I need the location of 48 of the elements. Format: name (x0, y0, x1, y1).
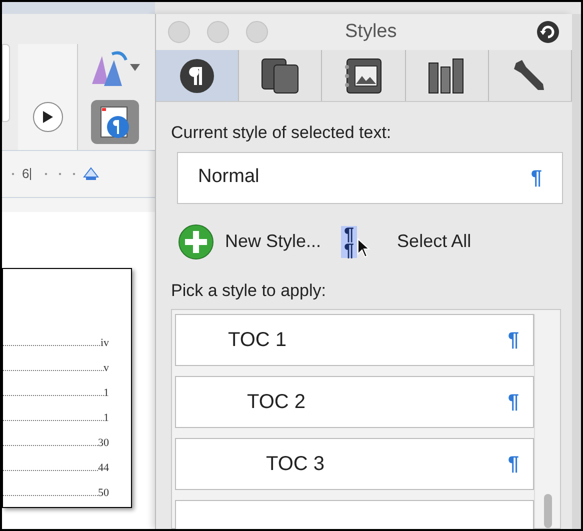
style-name: TOC 3 (266, 452, 325, 477)
page-number: 1 (104, 413, 109, 424)
style-row[interactable]: TOC 1 ¶ (175, 314, 534, 366)
indent-marker-icon[interactable] (83, 167, 100, 181)
ruler-tick (73, 173, 76, 175)
current-style-value: Normal (198, 165, 260, 190)
page-number: 44 (98, 463, 109, 474)
window-title: Styles (345, 20, 397, 44)
page-number: 50 (98, 488, 109, 499)
style-name: TOC 2 (247, 390, 306, 415)
tab[interactable] (488, 50, 572, 101)
tab[interactable] (322, 50, 406, 101)
tab[interactable] (406, 50, 489, 101)
ruler-tick (45, 173, 48, 175)
ruler-tick (30, 168, 32, 180)
pilcrow-mark: ¶ (508, 390, 519, 415)
tab[interactable] (156, 50, 240, 101)
select-all-link[interactable]: Select All (397, 228, 472, 255)
style-name: TOC 1 (228, 328, 287, 353)
play-button[interactable] (32, 102, 62, 132)
style-row[interactable]: TOC 2 ¶ (175, 376, 534, 428)
scrollbar-thumb[interactable] (544, 494, 552, 528)
ruler-number: 6 (22, 165, 30, 184)
tab[interactable] (239, 50, 322, 101)
page-number: 1 (104, 388, 109, 399)
add-icon (177, 222, 215, 260)
styles-toggle-button[interactable] (91, 100, 139, 144)
page-number: 30 (98, 438, 109, 449)
page-number: iv (100, 338, 109, 349)
play-icon (42, 111, 52, 123)
style-row[interactable]: TOC 3 ¶ (175, 438, 534, 490)
page-number: v (104, 363, 109, 374)
section-label: Pick a style to apply: (171, 280, 327, 302)
ruler-tick (59, 173, 62, 175)
picture-book-icon (342, 56, 384, 94)
new-style-link[interactable]: New Style... (225, 228, 322, 255)
ruler-tick (12, 173, 14, 175)
pilcrow-mark: ¶ (508, 452, 519, 477)
caret-icon[interactable] (130, 64, 140, 72)
paragraph-icon (179, 58, 216, 94)
selected-pilcrows: ¶ ¶ (341, 226, 358, 258)
section-label: Current style of selected text: (171, 122, 392, 144)
pilcrow-mark: ¶ (508, 328, 519, 353)
pilcrow-mark: ¶ (530, 166, 542, 190)
current-style-field[interactable]: Normal ¶ (177, 152, 563, 204)
stacked-pages-icon (260, 56, 300, 94)
pointer-cursor-icon (357, 238, 372, 258)
document-pilcrow-icon (98, 105, 132, 139)
